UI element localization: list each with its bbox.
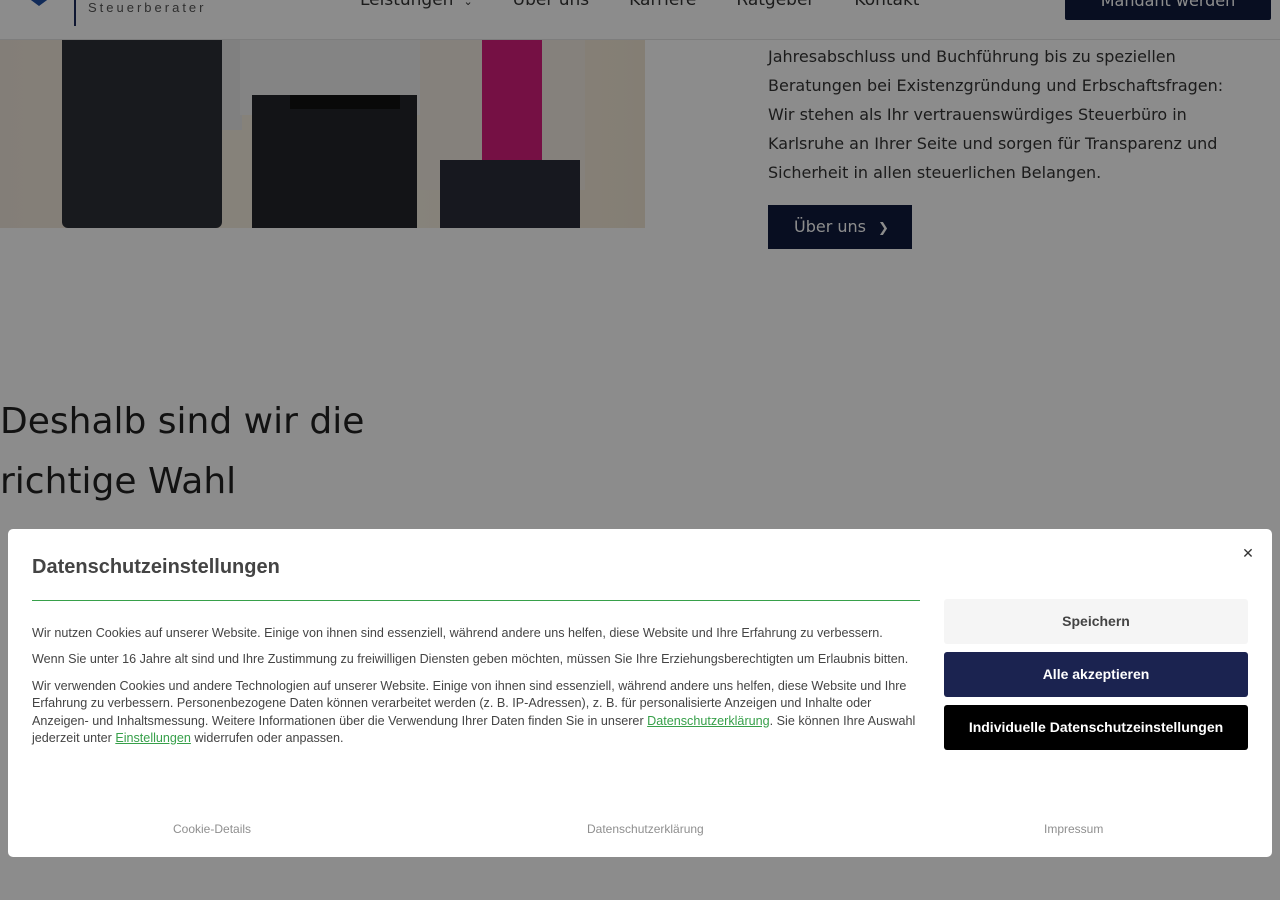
settings-link[interactable]: Einstellungen <box>115 731 191 745</box>
cookie-consent-dialog: Datenschutzeinstellungen ✕ Wir nutzen Co… <box>8 529 1272 857</box>
consent-paragraph-3: Wir verwenden Cookies und andere Technol… <box>32 678 916 746</box>
privacy-policy-link[interactable]: Datenschutzerklärung <box>647 714 770 728</box>
individual-settings-button[interactable]: Individuelle Datenschutzeinstellungen <box>944 705 1248 750</box>
accept-all-button[interactable]: Alle akzeptieren <box>944 652 1248 697</box>
dialog-footer-links: Cookie-Details Datenschutzerklärung Impr… <box>8 822 1272 838</box>
title-divider <box>32 600 920 601</box>
dialog-title: Datenschutzeinstellungen <box>32 556 280 578</box>
cookie-details-link[interactable]: Cookie-Details <box>173 822 251 836</box>
dialog-body: Wir nutzen Cookies auf unserer Website. … <box>32 625 922 756</box>
consent-paragraph-2: Wenn Sie unter 16 Jahre alt sind und Ihr… <box>32 652 909 667</box>
consent-paragraph-1: Wir nutzen Cookies auf unserer Website. … <box>32 626 883 640</box>
imprint-link[interactable]: Impressum <box>1044 822 1103 836</box>
privacy-statement-link[interactable]: Datenschutzerklärung <box>587 822 704 836</box>
save-button[interactable]: Speichern <box>944 599 1248 644</box>
close-icon[interactable]: ✕ <box>1240 545 1256 561</box>
